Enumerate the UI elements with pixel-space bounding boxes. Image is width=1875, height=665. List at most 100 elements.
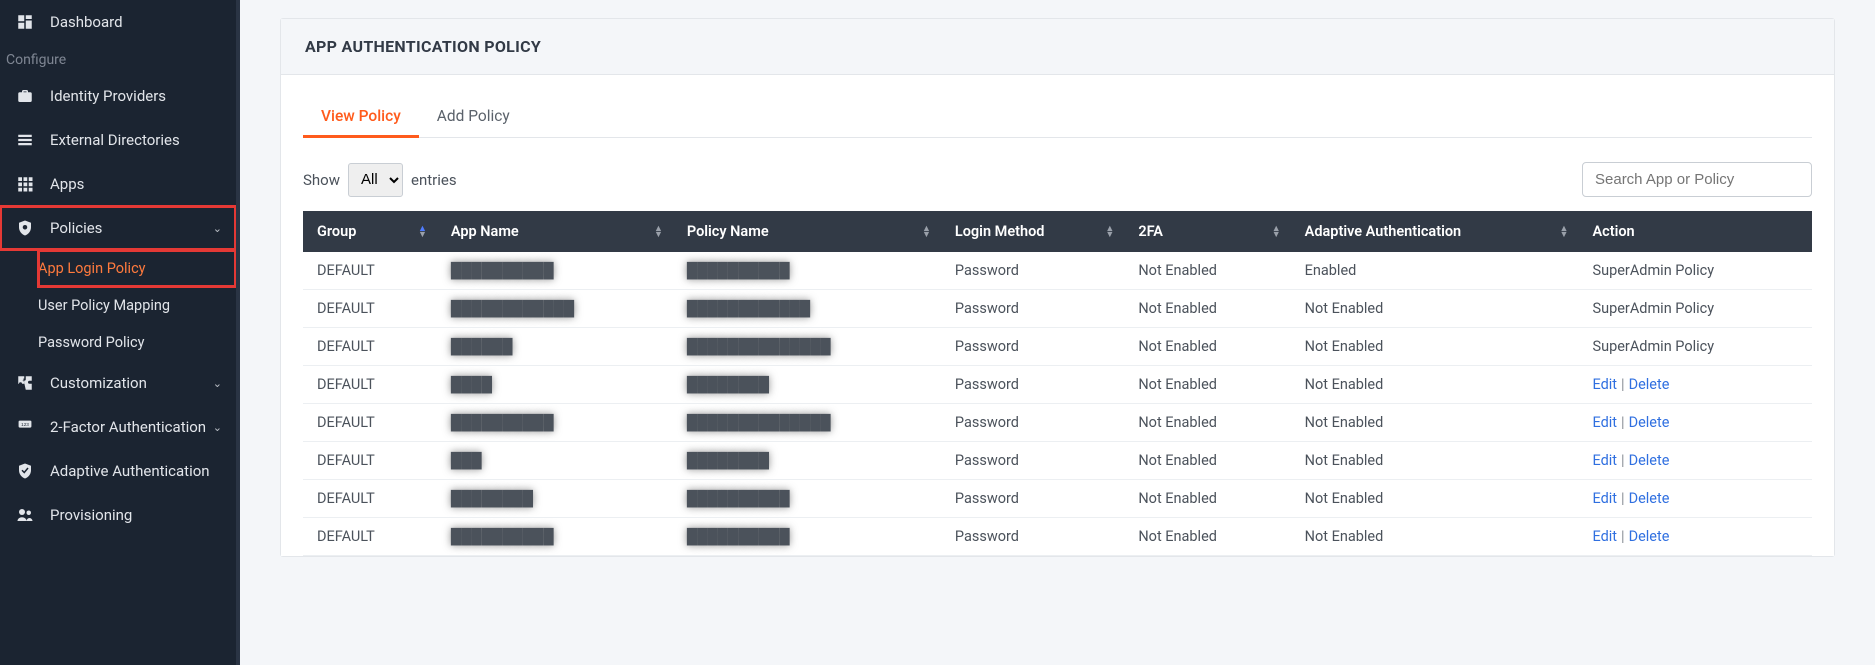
cell-policy-name: ██████████ [673,480,941,518]
col-login-method[interactable]: Login Method▲▼ [941,211,1124,252]
sidebar-item-idp[interactable]: Identity Providers [0,74,236,118]
separator: | [1617,490,1629,507]
sidebar-item-customization[interactable]: Customization ⌄ [0,361,236,405]
col-adaptive-authentication[interactable]: Adaptive Authentication ▲▼ [1291,211,1579,252]
sidebar-item-label: Adaptive Authentication [50,462,210,480]
cell-action: Edit|Delete [1578,404,1812,442]
cell-login-method: Password [941,328,1124,366]
sidebar-item-dashboard[interactable]: Dashboard [0,0,236,44]
col-label: App Name [451,223,519,240]
sidebar-item-provisioning[interactable]: Provisioning [0,493,236,537]
cell-adaptive: Not Enabled [1291,518,1579,556]
cell-login-method: Password [941,518,1124,556]
tab-view[interactable]: View Policy [303,97,419,138]
sort-icon: ▲▼ [1560,226,1569,238]
col-label: 2FA [1138,223,1163,240]
edit-link[interactable]: Edit [1592,376,1617,393]
cell-action: SuperAdmin Policy [1578,328,1812,366]
sidebar-item-policies[interactable]: Policies ⌄ [0,206,236,250]
sidebar-item-label: Policies [50,219,102,237]
delete-link[interactable]: Delete [1629,528,1670,545]
col-app-name[interactable]: App Name ▲▼ [437,211,673,252]
col-action[interactable]: Action [1578,211,1812,252]
panel-body: View PolicyAdd Policy Show All entries G… [281,75,1834,556]
col-label: Adaptive Authentication [1305,223,1462,240]
cell-app-name: ████████████ [437,290,673,328]
tab-add[interactable]: Add Policy [419,97,528,138]
cell-policy-name: ████████ [673,366,941,404]
delete-link[interactable]: Delete [1629,452,1670,469]
separator: | [1617,452,1629,469]
cell-group: DEFAULT [303,442,437,480]
cell-2fa: Not Enabled [1124,290,1290,328]
cell-action: SuperAdmin Policy [1578,252,1812,290]
sort-icon: ▲▼ [654,226,663,238]
main-content: APP AUTHENTICATION POLICY View PolicyAdd… [240,0,1875,665]
cell-policy-name: ██████████ [673,252,941,290]
sidebar-item-label: Provisioning [50,506,132,524]
list-icon [14,129,36,151]
sidebar-item-label: User Policy Mapping [38,297,170,314]
col-label: Group [317,223,356,240]
svg-text:123: 123 [21,422,29,427]
policy-panel: APP AUTHENTICATION POLICY View PolicyAdd… [280,18,1835,557]
sidebar-item-label: Customization [50,374,147,392]
cell-action: Edit|Delete [1578,366,1812,404]
cell-app-name: ███ [437,442,673,480]
sidebar-item-label: Dashboard [50,13,123,31]
sidebar-item-label: Apps [50,175,84,193]
delete-link[interactable]: Delete [1629,376,1670,393]
chevron-down-icon: ⌄ [213,421,222,434]
col-label: Login Method [955,223,1045,240]
cell-adaptive: Not Enabled [1291,328,1579,366]
sidebar-item-extdir[interactable]: External Directories [0,118,236,162]
shield-icon [14,217,36,239]
table-row: DEFAULT████████████PasswordNot EnabledNo… [303,366,1812,404]
col-policy-name[interactable]: Policy Name▲▼ [673,211,941,252]
sidebar-item-label: Identity Providers [50,87,166,105]
edit-link[interactable]: Edit [1592,528,1617,545]
cell-2fa: Not Enabled [1124,328,1290,366]
table-row: DEFAULT████████████████████PasswordNot E… [303,518,1812,556]
cell-app-name: ██████ [437,328,673,366]
sidebar-item-user-policy-mapping[interactable]: User Policy Mapping [38,287,236,324]
edit-link[interactable]: Edit [1592,452,1617,469]
entries-label: entries [411,171,457,189]
tabs: View PolicyAdd Policy [303,97,1812,138]
cell-group: DEFAULT [303,480,437,518]
search-input[interactable] [1582,162,1812,197]
sidebar-item-password-policy[interactable]: Password Policy [38,324,236,361]
cell-adaptive: Not Enabled [1291,442,1579,480]
policy-table: Group▲▼App Name▲▼Policy Name▲▼Login Meth… [303,211,1812,556]
delete-link[interactable]: Delete [1629,414,1670,431]
separator: | [1617,528,1629,545]
table-row: DEFAULT████████████████████████PasswordN… [303,404,1812,442]
col-group[interactable]: Group▲▼ [303,211,437,252]
chevron-down-icon: ⌄ [213,222,222,235]
cell-login-method: Password [941,404,1124,442]
edit-link[interactable]: Edit [1592,414,1617,431]
cell-action: Edit|Delete [1578,480,1812,518]
cell-app-name: ██████████ [437,252,673,290]
sidebar-item-label: Password Policy [38,334,144,351]
cell-2fa: Not Enabled [1124,518,1290,556]
sidebar-item-adaptive[interactable]: Adaptive Authentication [0,449,236,493]
table-row: DEFAULT███████████PasswordNot EnabledNot… [303,442,1812,480]
cell-adaptive: Enabled [1291,252,1579,290]
entries-select[interactable]: All [348,163,403,197]
cell-login-method: Password [941,252,1124,290]
sidebar-item-apps[interactable]: Apps [0,162,236,206]
sidebar-item-app-login-policy[interactable]: App Login Policy [38,250,236,287]
col-2fa[interactable]: 2FA▲▼ [1124,211,1290,252]
table-controls: Show All entries [303,162,1812,197]
cell-group: DEFAULT [303,328,437,366]
table-row: DEFAULT████████████████████PasswordNot E… [303,328,1812,366]
col-label: Policy Name [687,223,769,240]
sidebar-item-2fa[interactable]: 1232-Factor Authentication⌄ [0,405,236,449]
table-row: DEFAULT████████████████████████PasswordN… [303,290,1812,328]
chevron-down-icon: ⌄ [213,377,222,390]
show-label: Show [303,171,340,189]
delete-link[interactable]: Delete [1629,490,1670,507]
cell-action: Edit|Delete [1578,518,1812,556]
edit-link[interactable]: Edit [1592,490,1617,507]
